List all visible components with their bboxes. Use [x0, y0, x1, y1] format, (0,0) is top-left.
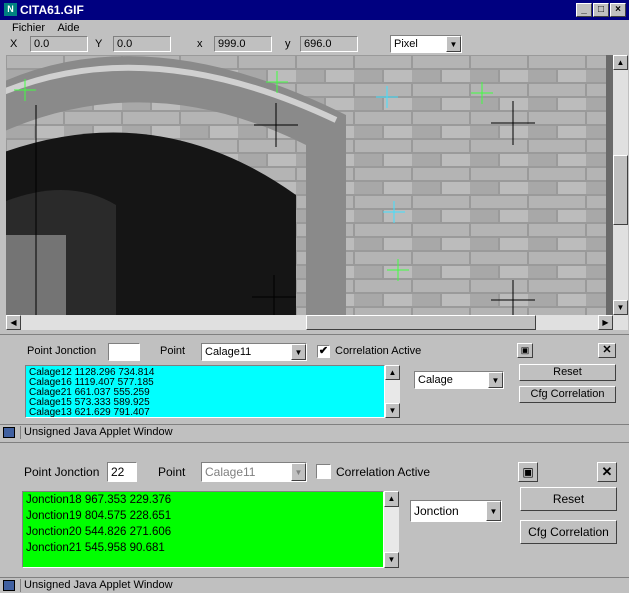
chevron-down-icon: ▼ [291, 463, 306, 481]
type-select-value: Jonction [414, 504, 459, 518]
horizontal-scrollbar[interactable]: ◀ ▶ [6, 315, 628, 330]
chevron-down-icon[interactable]: ▼ [446, 36, 461, 52]
junction-label: Point Jonction [27, 345, 97, 357]
cfg-correlation-button[interactable]: Cfg Correlation [520, 520, 617, 544]
correlation-panel-2: Point Jonction 22 Point Calage11 ▼ Corre… [0, 442, 629, 577]
y2-field: 696.0 [300, 36, 358, 52]
unit-select-value: Pixel [394, 38, 418, 50]
window-title: CITA61.GIF [20, 3, 84, 17]
vertical-scrollbar[interactable]: ▲ ▼ [613, 55, 628, 315]
close-panel-icon[interactable]: ✕ [598, 343, 616, 358]
point-select-value: Calage11 [205, 346, 252, 358]
applet-status-bar-2: Unsigned Java Applet Window [0, 577, 629, 593]
junction-input[interactable] [108, 343, 140, 361]
maximize-button[interactable]: □ [593, 3, 609, 17]
correlation-checkbox[interactable] [316, 464, 331, 479]
minimize-button[interactable]: _ [576, 3, 592, 17]
x2-field: 999.0 [214, 36, 272, 52]
correlation-checkbox[interactable]: ✔ [317, 345, 330, 358]
menu-fichier[interactable]: Fichier [12, 22, 45, 34]
jonction-list[interactable]: Jonction18 967.353 229.376 Jonction19 80… [22, 491, 384, 568]
chevron-down-icon[interactable]: ▼ [488, 372, 503, 388]
type-select[interactable]: Jonction ▼ [410, 500, 502, 522]
type-select[interactable]: Calage ▼ [414, 371, 504, 389]
correlation-label: Correlation Active [336, 465, 431, 479]
y-field: 0.0 [113, 36, 171, 52]
list-item[interactable]: Jonction18 967.353 229.376 [26, 492, 380, 508]
cfg-correlation-button[interactable]: Cfg Correlation [519, 386, 616, 403]
java-applet-icon [3, 427, 15, 438]
junction-input[interactable]: 22 [107, 462, 137, 482]
x2-label: x [197, 38, 203, 50]
chevron-down-icon[interactable]: ▼ [486, 501, 501, 521]
list-item[interactable]: Calage13 621.629 791.407 [29, 408, 381, 418]
point-label: Point [158, 465, 186, 479]
image-canvas[interactable] [6, 55, 613, 315]
x-label: X [10, 38, 18, 50]
chevron-down-icon[interactable]: ▼ [291, 344, 306, 360]
x-field: 0.0 [30, 36, 88, 52]
point-select[interactable]: Calage11 ▼ [201, 343, 307, 361]
save-icon[interactable]: ▣ [518, 462, 538, 482]
list-scrollbar[interactable]: ▲ ▼ [384, 491, 399, 568]
reset-button[interactable]: Reset [519, 364, 616, 381]
horizontal-scroll-thumb[interactable] [306, 315, 536, 330]
close-button[interactable]: × [610, 3, 626, 17]
point-select-value: Calage11 [205, 465, 256, 479]
scroll-up-icon[interactable]: ▲ [385, 365, 400, 380]
app-icon: N [4, 3, 17, 16]
correlation-label: Correlation Active [335, 345, 422, 357]
scroll-down-icon[interactable]: ▼ [385, 403, 400, 418]
scroll-down-icon[interactable]: ▼ [613, 300, 628, 315]
status-text: Unsigned Java Applet Window [20, 426, 176, 439]
menu-bar: Fichier Aide [12, 22, 90, 34]
list-item[interactable]: Jonction20 544.826 271.606 [26, 524, 380, 540]
list-item[interactable]: Jonction21 545.958 90.681 [26, 540, 380, 556]
type-select-value: Calage [418, 374, 453, 386]
title-bar: N CITA61.GIF _ □ × [0, 0, 629, 20]
reset-button[interactable]: Reset [520, 487, 617, 511]
calage-list[interactable]: Calage12 1128.296 734.814 Calage16 1119.… [25, 365, 385, 418]
unit-select[interactable]: Pixel ▼ [390, 35, 462, 53]
java-applet-icon [3, 580, 15, 591]
close-panel-icon[interactable]: ✕ [597, 462, 617, 482]
point-label: Point [160, 345, 186, 357]
list-scrollbar[interactable]: ▲ ▼ [385, 365, 400, 418]
junction-label: Point Jonction [24, 465, 100, 479]
scroll-down-icon[interactable]: ▼ [384, 552, 399, 568]
status-text: Unsigned Java Applet Window [20, 579, 176, 592]
point-select: Calage11 ▼ [201, 462, 307, 482]
stone-arch-photo [6, 55, 613, 315]
correlation-panel-1: Point Jonction Point Calage11 ▼ ✔ Correl… [0, 334, 629, 424]
y-label: Y [95, 38, 103, 50]
y2-label: y [285, 38, 291, 50]
scroll-left-icon[interactable]: ◀ [6, 315, 21, 330]
scroll-up-icon[interactable]: ▲ [613, 55, 628, 70]
menu-aide[interactable]: Aide [57, 22, 79, 34]
vertical-scroll-thumb[interactable] [613, 155, 628, 225]
applet-status-bar-1: Unsigned Java Applet Window [0, 424, 629, 440]
save-icon[interactable]: ▣ [517, 343, 533, 358]
list-item[interactable]: Jonction19 804.575 228.651 [26, 508, 380, 524]
scroll-up-icon[interactable]: ▲ [384, 491, 399, 507]
scroll-right-icon[interactable]: ▶ [598, 315, 613, 330]
